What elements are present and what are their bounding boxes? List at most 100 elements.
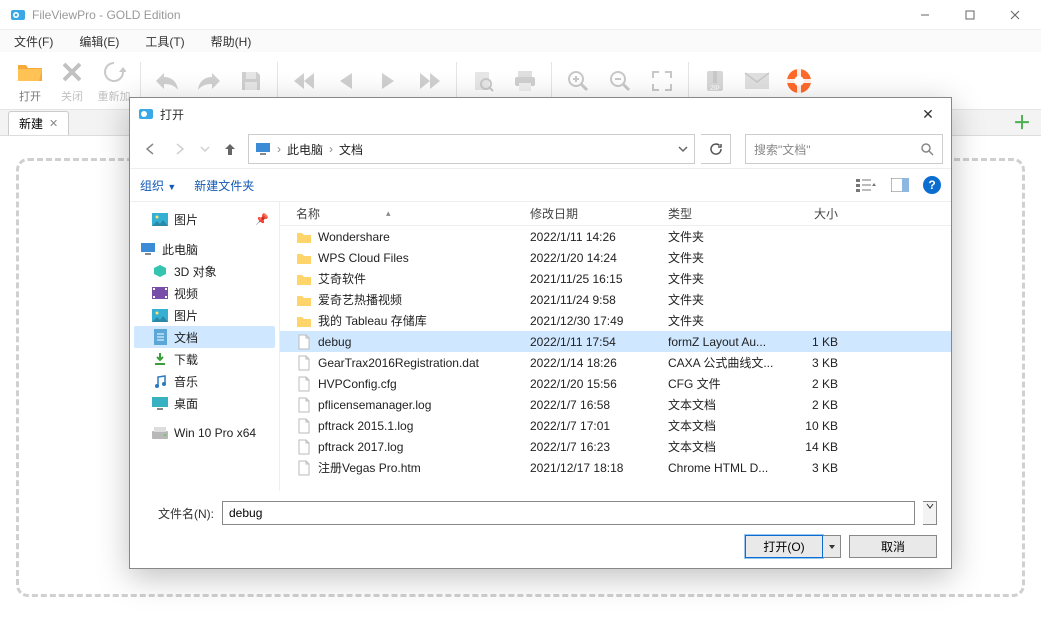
organize-menu[interactable]: 组织 ▼	[140, 177, 176, 194]
tab-label: 新建	[19, 115, 43, 132]
svg-text:ZIP: ZIP	[710, 86, 719, 92]
menu-tools[interactable]: 工具(T)	[139, 31, 190, 52]
window-minimize-button[interactable]	[902, 0, 947, 30]
file-row[interactable]: debug2022/1/11 17:54formZ Layout Au...1 …	[280, 331, 951, 352]
toolbar-separator	[551, 62, 552, 100]
folder-icon	[296, 229, 312, 245]
toolbar-separator	[277, 62, 278, 100]
nav-up-button[interactable]	[218, 137, 242, 161]
music-icon	[152, 373, 168, 389]
file-date: 2022/1/11 17:54	[530, 335, 668, 349]
tree-item[interactable]: 视频	[134, 282, 275, 304]
tree-item[interactable]: 图片	[134, 304, 275, 326]
search-page-icon	[469, 67, 497, 95]
tab-add-button[interactable]: ＋	[1013, 109, 1031, 135]
tree-item[interactable]: 下载	[134, 348, 275, 370]
file-row[interactable]: HVPConfig.cfg2022/1/20 15:56CFG 文件2 KB	[280, 373, 951, 394]
tree-item[interactable]: 桌面	[134, 392, 275, 414]
nav-history-button[interactable]	[198, 137, 212, 161]
tree-item[interactable]: 图片📌	[134, 208, 275, 230]
dialog-close-button[interactable]: ✕	[913, 106, 943, 123]
folder-icon	[296, 271, 312, 287]
file-size: 3 KB	[788, 356, 848, 370]
menu-help[interactable]: 帮助(H)	[205, 31, 258, 52]
tab-new[interactable]: 新建 ✕	[8, 111, 69, 135]
file-name: 艾奇软件	[318, 270, 366, 287]
filename-input[interactable]	[222, 501, 915, 525]
breadcrumb-path[interactable]: 文档	[339, 141, 363, 158]
breadcrumb-dropdown-icon[interactable]	[678, 144, 688, 154]
folder-icon	[296, 250, 312, 266]
file-name: pftrack 2015.1.log	[318, 419, 413, 433]
file-row[interactable]: GearTrax2016Registration.dat2022/1/14 18…	[280, 352, 951, 373]
file-row[interactable]: WPS Cloud Files2022/1/20 14:24文件夹	[280, 247, 951, 268]
file-row[interactable]: 艾奇软件2021/11/25 16:15文件夹	[280, 268, 951, 289]
toolbar-open-button[interactable]: 打开	[10, 55, 50, 107]
open-button[interactable]: 打开(O)	[745, 535, 823, 558]
file-row[interactable]: Wondershare2022/1/11 14:26文件夹	[280, 226, 951, 247]
prev-icon	[332, 67, 360, 95]
zoom-in-icon	[564, 67, 592, 95]
tab-close-icon[interactable]: ✕	[49, 117, 58, 130]
file-row[interactable]: 爱奇艺热播视频2021/11/24 9:58文件夹	[280, 289, 951, 310]
menu-file[interactable]: 文件(F)	[8, 31, 59, 52]
undo-icon	[153, 67, 181, 95]
window-close-button[interactable]	[992, 0, 1037, 30]
dialog-subbar: 组织 ▼ 新建文件夹 ?	[130, 168, 951, 202]
file-name: 注册Vegas Pro.htm	[318, 459, 421, 476]
dialog-navbar: › 此电脑 › 文档 搜索"文档"	[130, 130, 951, 168]
chevron-down-icon: ▼	[167, 182, 176, 192]
tree-item-label: 图片	[174, 307, 198, 324]
tree-item-label: Win 10 Pro x64	[174, 426, 256, 440]
tree-item-label: 下载	[174, 351, 198, 368]
file-row[interactable]: 注册Vegas Pro.htm2021/12/17 18:18Chrome HT…	[280, 457, 951, 478]
tree-item[interactable]: 3D 对象	[134, 260, 275, 282]
file-date: 2022/1/14 18:26	[530, 356, 668, 370]
menu-edit[interactable]: 编辑(E)	[73, 31, 125, 52]
nav-forward-button[interactable]	[168, 137, 192, 161]
fullscreen-icon	[648, 67, 676, 95]
search-input[interactable]: 搜索"文档"	[745, 134, 943, 164]
col-date-header[interactable]: 修改日期	[530, 205, 668, 222]
tree-item[interactable]: 音乐	[134, 370, 275, 392]
file-date: 2021/12/30 17:49	[530, 314, 668, 328]
tree-item[interactable]: 文档	[134, 326, 275, 348]
new-folder-button[interactable]: 新建文件夹	[194, 177, 254, 194]
breadcrumb-bar[interactable]: › 此电脑 › 文档	[248, 134, 695, 164]
tree-item-label: 3D 对象	[174, 263, 217, 280]
file-list-header: 名称▴ 修改日期 类型 大小	[280, 202, 951, 226]
view-mode-button[interactable]	[855, 177, 877, 193]
lifebuoy-icon	[785, 67, 813, 95]
file-icon	[296, 418, 312, 434]
file-name: debug	[318, 335, 351, 349]
redo-icon	[195, 67, 223, 95]
help-icon[interactable]: ?	[923, 176, 941, 194]
open-dropdown-button[interactable]	[823, 535, 841, 558]
cancel-button[interactable]: 取消	[849, 535, 937, 558]
dialog-titlebar: 打开 ✕	[130, 98, 951, 130]
tree-item[interactable]: 此电脑	[134, 238, 275, 260]
nav-refresh-button[interactable]	[701, 134, 731, 164]
preview-pane-button[interactable]	[891, 178, 909, 192]
file-type: formZ Layout Au...	[668, 335, 788, 349]
toolbar-reload-button[interactable]: 重新加	[94, 55, 134, 107]
file-type: 文本文档	[668, 396, 788, 413]
dialog-title: 打开	[160, 106, 184, 123]
file-row[interactable]: pftrack 2017.log2022/1/7 16:23文本文档14 KB	[280, 436, 951, 457]
col-type-header[interactable]: 类型	[668, 205, 788, 222]
window-maximize-button[interactable]	[947, 0, 992, 30]
nav-back-button[interactable]	[138, 137, 162, 161]
tree-item-label: 音乐	[174, 373, 198, 390]
tree-item[interactable]: Win 10 Pro x64	[134, 422, 275, 444]
col-name-header[interactable]: 名称▴	[280, 205, 530, 222]
file-row[interactable]: pftrack 2015.1.log2022/1/7 17:01文本文档10 K…	[280, 415, 951, 436]
filename-dropdown-button[interactable]	[923, 501, 937, 525]
file-size: 2 KB	[788, 398, 848, 412]
file-row[interactable]: pflicensemanager.log2022/1/7 16:58文本文档2 …	[280, 394, 951, 415]
toolbar-close-button[interactable]: 关闭	[52, 55, 92, 107]
breadcrumb-root[interactable]: 此电脑	[287, 141, 323, 158]
tree-item-label: 桌面	[174, 395, 198, 412]
col-size-header[interactable]: 大小	[788, 205, 848, 222]
file-row[interactable]: 我的 Tableau 存储库2021/12/30 17:49文件夹	[280, 310, 951, 331]
file-date: 2021/11/25 16:15	[530, 272, 668, 286]
